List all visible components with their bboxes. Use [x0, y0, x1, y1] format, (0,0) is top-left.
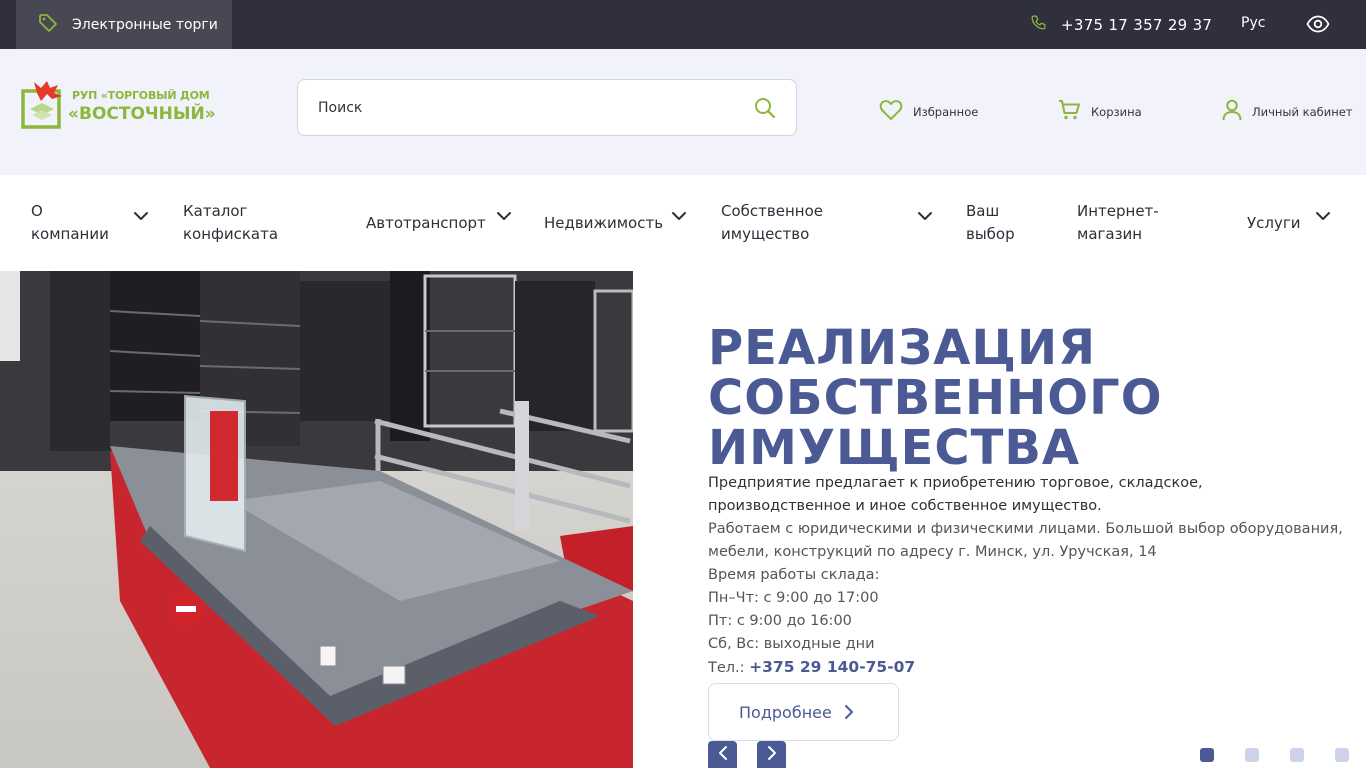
nav-item-own-property[interactable]: Собственное имущество: [721, 175, 941, 271]
slider-dot[interactable]: [1245, 748, 1259, 762]
chevron-down-icon: [1315, 205, 1331, 228]
search-input[interactable]: [318, 97, 738, 119]
chevron-right-icon: [767, 745, 777, 765]
nav-label: Недвижимость: [544, 213, 664, 232]
hero-title: РЕАЛИЗАЦИЯ СОБСТВЕННОГО ИМУЩЕСТВА: [708, 320, 1163, 476]
nav-label: Интернет-магазин: [1077, 202, 1159, 243]
nav-label: Собственное имущество: [721, 202, 823, 243]
main-nav: О компании Каталог конфиската Автотрансп…: [0, 175, 1366, 271]
hero-phone-number[interactable]: +375 29 140-75-07: [749, 658, 915, 676]
warehouse-hours-fri: Пт: с 9:00 до 16:00: [708, 613, 852, 629]
warehouse-hours-weekend: Сб, Вс: выходные дни: [708, 636, 875, 652]
account-label: Личный кабинет: [1252, 105, 1353, 119]
hero-phone-label: Тел.:: [708, 660, 745, 676]
eye-icon[interactable]: [1306, 14, 1330, 38]
logo-line1: РУП «ТОРГОВЫЙ ДОМ: [72, 89, 210, 102]
nav-item-vehicles[interactable]: Автотранспорт: [366, 175, 516, 271]
nav-item-your-choice[interactable]: Ваш выбор: [966, 175, 1036, 271]
hero-image: [0, 271, 633, 768]
warehouse-hours-mon-thu: Пн–Чт: с 9:00 до 17:00: [708, 590, 879, 606]
nav-item-services[interactable]: Услуги: [1247, 175, 1337, 271]
slider-prev-button[interactable]: [708, 741, 737, 768]
slider-next-button[interactable]: [757, 741, 786, 768]
eauction-label: Электронные торги: [72, 16, 218, 33]
hero-description: Предприятие предлагает к приобретению то…: [708, 472, 1348, 680]
hero-phone: Тел.: +375 29 140-75-07: [708, 656, 1348, 680]
cart-icon: [1058, 99, 1081, 125]
chevron-down-icon: [917, 205, 933, 228]
chevron-down-icon: [496, 205, 512, 228]
nav-label: Ваш выбор: [966, 202, 1015, 243]
top-bar: Электронные торги +375 17 357 29 37 Рус: [0, 0, 1366, 49]
warehouse-hours-title: Время работы склада:: [708, 567, 880, 583]
search-icon[interactable]: [754, 97, 776, 123]
nav-label: Каталог конфиската: [183, 202, 279, 243]
language-switch[interactable]: Рус: [1241, 15, 1265, 31]
slider-dot[interactable]: [1290, 748, 1304, 762]
favorites-label: Избранное: [913, 105, 979, 119]
chevron-right-icon: [844, 704, 854, 720]
more-button-label: Подробнее: [739, 702, 832, 722]
logo-line2: «ВОСТОЧНЫЙ»: [68, 104, 216, 124]
chevron-down-icon: [671, 205, 687, 228]
nav-item-about[interactable]: О компании: [31, 175, 151, 271]
nav-label: О компании: [31, 202, 109, 243]
search-box: [297, 79, 797, 136]
slider-dot[interactable]: [1335, 748, 1349, 762]
heart-icon: [879, 99, 903, 125]
eauction-link[interactable]: Электронные торги: [16, 0, 232, 49]
chevron-down-icon: [133, 205, 149, 228]
more-button[interactable]: Подробнее: [708, 683, 899, 741]
site-header: РУП «ТОРГОВЫЙ ДОМ «ВОСТОЧНЫЙ» Избранное …: [0, 49, 1366, 175]
phone-icon: [1030, 14, 1047, 35]
cart-link[interactable]: Корзина: [1058, 99, 1142, 125]
cart-label: Корзина: [1091, 105, 1142, 119]
topbar-phone[interactable]: +375 17 357 29 37: [1030, 0, 1212, 49]
account-link[interactable]: Личный кабинет: [1222, 99, 1353, 125]
hero-paragraph-1: Предприятие предлагает к приобретению то…: [708, 475, 1203, 514]
hero-paragraph-2: Работаем с юридическими и физическими ли…: [708, 521, 1343, 560]
chevron-left-icon: [718, 745, 728, 765]
nav-item-online-store[interactable]: Интернет-магазин: [1077, 175, 1187, 271]
user-icon: [1222, 99, 1242, 125]
nav-item-confiscate-catalog[interactable]: Каталог конфиската: [183, 175, 323, 271]
nav-label: Автотранспорт: [366, 213, 486, 232]
favorites-link[interactable]: Избранное: [879, 99, 978, 125]
logo-icon: [21, 81, 62, 129]
phone-number: +375 17 357 29 37: [1061, 15, 1213, 34]
company-logo[interactable]: РУП «ТОРГОВЫЙ ДОМ «ВОСТОЧНЫЙ»: [20, 79, 220, 131]
slider-dot[interactable]: [1200, 748, 1214, 762]
tag-icon: [38, 13, 58, 37]
nav-label: Услуги: [1247, 213, 1301, 232]
nav-item-real-estate[interactable]: Недвижимость: [544, 175, 694, 271]
